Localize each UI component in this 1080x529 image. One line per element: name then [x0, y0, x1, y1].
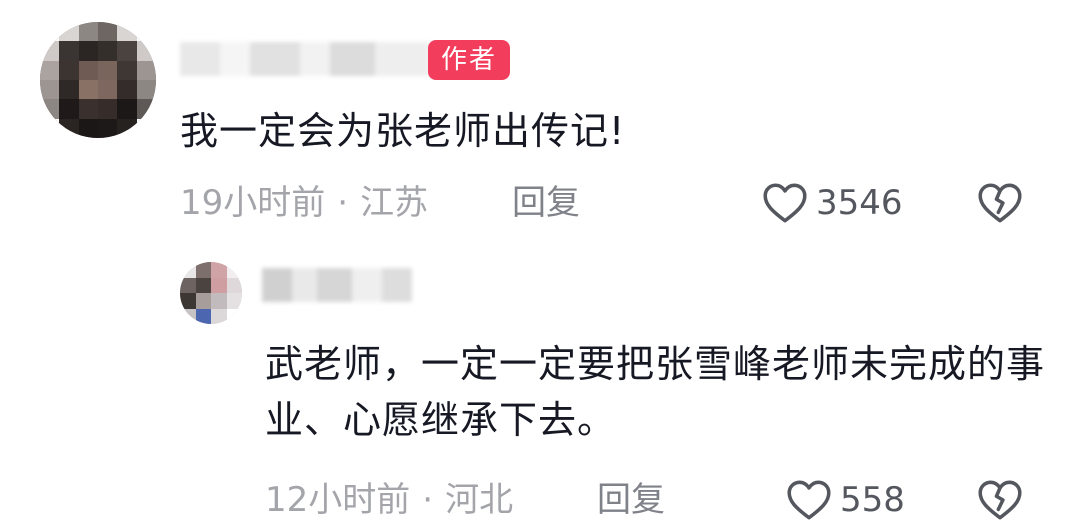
reply-button[interactable]: 回复: [597, 478, 665, 522]
meta-separator: ·: [422, 480, 434, 520]
reply-avatar[interactable]: [180, 262, 242, 324]
like-button[interactable]: 558: [784, 475, 905, 525]
author-username-blurred[interactable]: [180, 42, 430, 76]
meta-separator: ·: [337, 183, 349, 223]
reply-meta: 12小时前 · 河北: [265, 478, 513, 522]
like-count: 3546: [816, 183, 903, 223]
reply-location: 河北: [445, 480, 514, 520]
comment-location: 江苏: [360, 183, 429, 223]
broken-heart-icon: [975, 480, 1025, 529]
reply-text: 武老师，一定一定要把张雪峰老师未完成的事业、心愿继承下去。: [265, 342, 1046, 442]
author-avatar[interactable]: [40, 22, 156, 138]
like-button[interactable]: 3546: [760, 178, 903, 228]
comment-time: 19小时前: [180, 183, 326, 223]
heart-outline-icon: [784, 475, 834, 525]
dislike-button[interactable]: [975, 475, 1025, 529]
broken-heart-icon: [975, 183, 1025, 232]
like-count: 558: [840, 480, 905, 520]
comment-text: 我一定会为张老师出传记!: [180, 109, 626, 153]
comment-meta: 19小时前 · 江苏: [180, 181, 428, 225]
author-badge: 作者: [428, 40, 510, 80]
reply-username-blurred[interactable]: [262, 268, 412, 302]
reply-button[interactable]: 回复: [512, 181, 580, 225]
heart-outline-icon: [760, 178, 810, 228]
reply-time: 12小时前: [265, 480, 411, 520]
dislike-button[interactable]: [975, 178, 1025, 232]
